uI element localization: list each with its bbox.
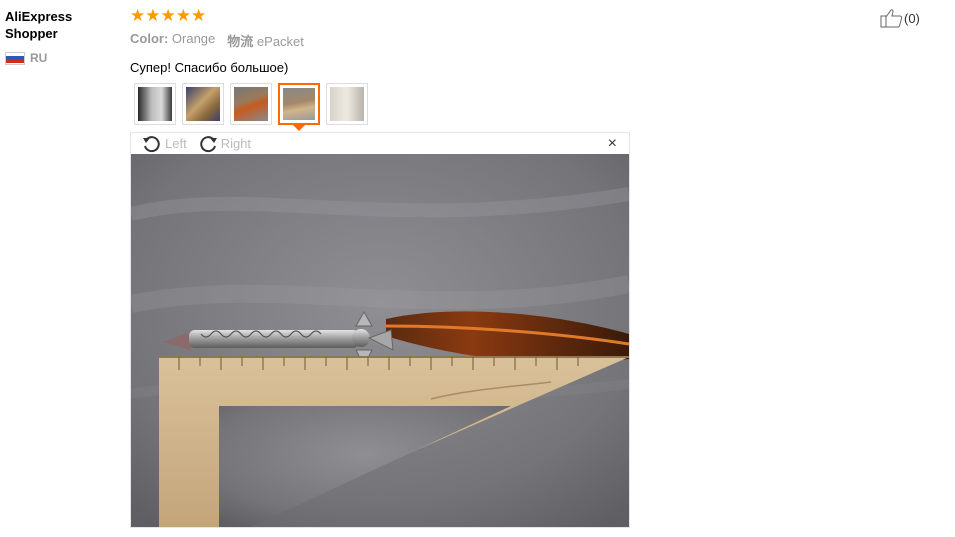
- star-icon: ★: [145, 6, 161, 25]
- thumbnail-1[interactable]: [134, 83, 176, 125]
- review-photo: [131, 154, 629, 527]
- shipping-attribute: 物流 ePacket: [227, 31, 304, 50]
- image-viewer: Left Right ×: [130, 132, 630, 528]
- star-rating: ★ ★ ★ ★ ★: [130, 7, 630, 25]
- thumbnail-3[interactable]: [230, 83, 272, 125]
- shipping-value: ePacket: [256, 34, 304, 49]
- viewer-toolbar: Left Right ×: [131, 133, 629, 154]
- rotate-left-button[interactable]: Left: [141, 135, 187, 153]
- reviewer-country: RU: [5, 51, 115, 65]
- rotate-right-button[interactable]: Right: [197, 135, 251, 153]
- russia-flag-icon: [5, 51, 25, 65]
- like-button[interactable]: (0): [880, 8, 920, 28]
- thumbnail-5[interactable]: [326, 83, 368, 125]
- thumbnail-4[interactable]: [278, 83, 320, 131]
- review-text: Супер! Спасибо большое): [130, 60, 289, 75]
- star-icon: ★: [191, 6, 207, 25]
- rotate-right-icon: [199, 135, 217, 152]
- color-label: Color:: [130, 31, 169, 46]
- color-value: Orange: [171, 31, 216, 46]
- reviewer-info: AliExpress Shopper RU: [5, 8, 115, 65]
- review-body: ★ ★ ★ ★ ★ Color: Orange 物流 ePacket Супер…: [130, 7, 630, 131]
- order-attributes: Color: Orange 物流 ePacket: [130, 31, 630, 50]
- like-count: (0): [904, 10, 920, 26]
- star-icon: ★: [130, 6, 146, 25]
- country-code: RU: [30, 51, 48, 65]
- reviewer-name: AliExpress Shopper: [5, 9, 73, 41]
- star-icon: ★: [175, 6, 191, 25]
- thumbnail-2[interactable]: [182, 83, 224, 125]
- shipping-label: 物流: [227, 34, 254, 49]
- star-icon: ★: [160, 6, 176, 25]
- rotate-left-icon: [143, 135, 160, 152]
- review-thumbnails: [134, 83, 630, 131]
- review-photo-image: [131, 154, 629, 527]
- color-attribute: Color: Orange: [130, 31, 215, 50]
- close-viewer-button[interactable]: ×: [608, 136, 617, 152]
- thumbs-up-icon: [880, 9, 903, 28]
